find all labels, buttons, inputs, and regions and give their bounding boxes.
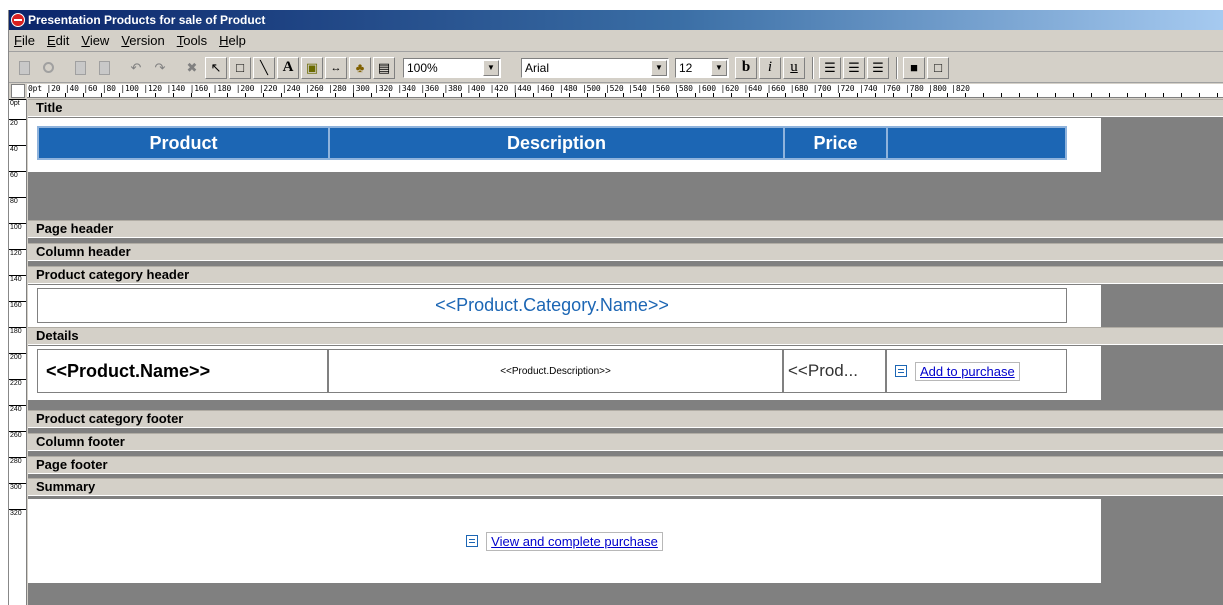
horizontal-ruler-labels: 0pt |20 |40 |60 |80 |100 |120 |140 |160 … (28, 84, 970, 93)
band-category-footer[interactable]: Product category footer (28, 410, 1223, 428)
link-icon[interactable]: ↔ (325, 56, 347, 79)
fill-color-icon[interactable]: ■ (903, 56, 925, 79)
ruler-corner (11, 84, 25, 98)
zoom-select[interactable]: 100% ▼ (403, 57, 501, 78)
align-center-icon[interactable]: ☰ (843, 56, 865, 79)
header-product[interactable]: Product (37, 126, 330, 160)
view-purchase-link[interactable]: View and complete purchase (466, 531, 663, 551)
font-value: Arial (525, 60, 550, 75)
subreport-icon[interactable]: ▤ (373, 56, 395, 79)
menu-tools[interactable]: Tools (172, 33, 214, 48)
vruler-label: 0pt (9, 99, 26, 108)
chart-icon[interactable]: ♣ (349, 56, 371, 79)
product-price-field[interactable]: <<Prod... (783, 349, 886, 393)
undo-icon[interactable]: ↶ (125, 57, 147, 79)
band-summary[interactable]: Summary (28, 478, 1223, 496)
band-column-footer[interactable]: Column footer (28, 433, 1223, 451)
preview-icon[interactable] (37, 57, 59, 79)
copy-icon[interactable] (69, 57, 91, 79)
vruler-label: 160 (9, 301, 26, 310)
band-page-header[interactable]: Page header (28, 220, 1223, 238)
bold-button[interactable]: b (735, 56, 757, 79)
vruler-label: 220 (9, 379, 26, 388)
pointer-icon[interactable]: ↖ (205, 56, 227, 79)
toolbar-separator (812, 56, 814, 79)
vruler-label: 60 (9, 171, 26, 180)
designer-window: Presentation Products for sale of Produc… (8, 10, 1223, 605)
band-title[interactable]: Title (28, 99, 1223, 117)
menu-help[interactable]: Help (214, 33, 253, 48)
toolbar: ↶ ↷ ✖ ↖ □ ╲ A ▣ ↔ ♣ ▤ 100% ▼ Arial ▼ 12 … (9, 53, 1223, 83)
border-icon[interactable]: □ (927, 56, 949, 79)
design-surface: Title Product Description Price Page hea… (28, 99, 1223, 605)
italic-button[interactable]: i (759, 56, 781, 79)
vruler-label: 300 (9, 483, 26, 492)
vruler-label: 80 (9, 197, 26, 206)
paste-icon[interactable] (93, 57, 115, 79)
font-size-select[interactable]: 12 ▼ (675, 57, 729, 78)
underline-button[interactable]: u (783, 56, 805, 79)
font-size-value: 12 (679, 60, 693, 75)
menu-edit[interactable]: Edit (42, 33, 76, 48)
window-title: Presentation Products for sale of Produc… (28, 13, 266, 27)
vruler-label: 280 (9, 457, 26, 466)
header-price[interactable]: Price (783, 126, 888, 160)
add-to-purchase-label[interactable]: Add to purchase (915, 361, 1020, 381)
page-link-icon (466, 535, 479, 547)
vruler-label: 40 (9, 145, 26, 154)
horizontal-ruler: 0pt |20 |40 |60 |80 |100 |120 |140 |160 … (27, 84, 1223, 98)
menu-bar: File Edit View Version Tools Help (9, 30, 1223, 52)
title-area[interactable]: Product Description Price (28, 118, 1101, 172)
vruler-label: 20 (9, 119, 26, 128)
page-link-icon (895, 365, 907, 377)
rectangle-icon[interactable]: □ (229, 56, 251, 79)
align-right-icon[interactable]: ☰ (867, 56, 889, 79)
app-icon (11, 13, 25, 27)
band-column-header[interactable]: Column header (28, 243, 1223, 261)
text-icon[interactable]: A (277, 56, 299, 79)
chevron-down-icon[interactable]: ▼ (651, 59, 667, 76)
vruler-label: 260 (9, 431, 26, 440)
category-name-field[interactable]: <<Product.Category.Name>> (37, 288, 1067, 323)
menu-view[interactable]: View (76, 33, 116, 48)
vruler-label: 140 (9, 275, 26, 284)
vruler-label: 100 (9, 223, 26, 232)
zoom-value: 100% (407, 60, 438, 75)
band-category-header[interactable]: Product category header (28, 266, 1223, 284)
view-purchase-label[interactable]: View and complete purchase (486, 531, 663, 551)
add-to-purchase-cell: Add to purchase (886, 349, 1067, 393)
align-left-icon[interactable]: ☰ (819, 56, 841, 79)
vruler-label: 320 (9, 509, 26, 518)
menu-file[interactable]: File (9, 33, 42, 48)
image-icon[interactable]: ▣ (301, 56, 323, 79)
new-page-icon[interactable] (13, 57, 35, 79)
header-description[interactable]: Description (328, 126, 785, 160)
details-area[interactable]: <<Product.Name>> <<Product.Description>>… (28, 346, 1101, 400)
band-page-footer[interactable]: Page footer (28, 456, 1223, 474)
vruler-label: 240 (9, 405, 26, 414)
font-select[interactable]: Arial ▼ (521, 57, 669, 78)
chevron-down-icon[interactable]: ▼ (711, 59, 727, 76)
band-details[interactable]: Details (28, 327, 1223, 345)
product-name-field[interactable]: <<Product.Name>> (37, 349, 328, 393)
vertical-ruler: 0pt 20 40 60 80 100 120 140 160 180 200 … (9, 99, 27, 605)
line-icon[interactable]: ╲ (253, 56, 275, 79)
vruler-label: 200 (9, 353, 26, 362)
menu-version[interactable]: Version (116, 33, 171, 48)
title-bar[interactable]: Presentation Products for sale of Produc… (9, 10, 1223, 30)
delete-icon[interactable]: ✖ (181, 57, 203, 79)
header-extra[interactable] (886, 126, 1067, 160)
product-description-field[interactable]: <<Product.Description>> (328, 349, 783, 393)
redo-icon[interactable]: ↷ (149, 57, 171, 79)
category-area[interactable]: <<Product.Category.Name>> (28, 285, 1101, 327)
vruler-label: 180 (9, 327, 26, 336)
vruler-label: 120 (9, 249, 26, 258)
add-to-purchase-link[interactable]: Add to purchase (895, 361, 1020, 381)
toolbar-separator (896, 56, 898, 79)
chevron-down-icon[interactable]: ▼ (483, 59, 499, 76)
summary-area[interactable]: View and complete purchase (28, 499, 1101, 583)
